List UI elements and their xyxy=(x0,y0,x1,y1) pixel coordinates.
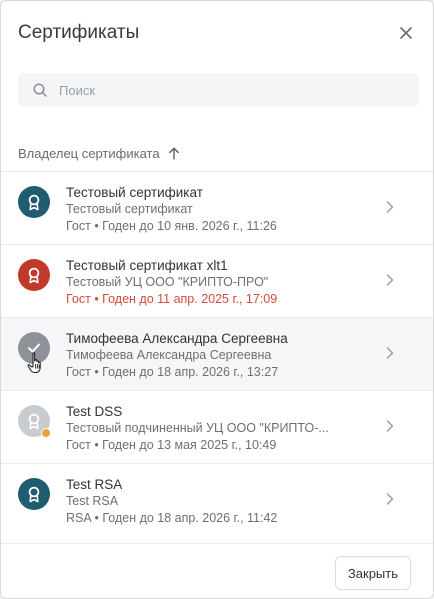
chevron-right-icon xyxy=(385,346,395,360)
certificate-validity: RSA • Годен до 18 апр. 2026 г., 11:42 xyxy=(66,511,278,525)
certificate-validity: Гост • Годен до 10 янв. 2026 г., 11:26 xyxy=(66,219,277,233)
certificate-name: Test DSS xyxy=(66,404,123,419)
certificate-item[interactable]: Тимофеева Александра Сергеевна Тимофеева… xyxy=(1,317,433,390)
sort-label: Владелец сертификата xyxy=(18,145,160,161)
dialog-footer: Закрыть xyxy=(1,543,433,598)
certificate-item[interactable]: Тестовый сертификат xlt1 Тестовый УЦ ООО… xyxy=(1,244,433,317)
certificate-avatar xyxy=(18,259,50,291)
certificate-item[interactable]: Test DSS Тестовый подчиненный УЦ ООО "КР… xyxy=(1,390,433,463)
close-button[interactable]: Закрыть xyxy=(334,556,411,590)
certificate-validity: Гост • Годен до 18 апр. 2026 г., 13:27 xyxy=(66,365,279,379)
chevron-right-icon xyxy=(385,419,395,433)
certificates-dialog: Сертификаты Владелец сертификата Тестовы… xyxy=(0,0,434,599)
search-box xyxy=(18,73,419,107)
chevron-right-icon xyxy=(385,273,395,287)
certificate-item[interactable]: Тестовый сертификат Тестовый сертификат … xyxy=(1,171,433,244)
dialog-header: Сертификаты xyxy=(18,21,416,47)
close-icon[interactable] xyxy=(396,23,416,43)
certificate-avatar xyxy=(18,186,50,218)
checkmark-icon xyxy=(28,343,40,353)
arrow-up-icon xyxy=(168,147,180,160)
certificate-ribbon-icon xyxy=(28,413,40,429)
certificate-ribbon-icon xyxy=(28,194,40,210)
chevron-right-icon xyxy=(385,200,395,214)
certificate-issuer: Тимофеева Александра Сергеевна xyxy=(66,348,272,362)
dialog-title: Сертификаты xyxy=(18,22,140,43)
certificate-item[interactable]: Test RSA Test RSA RSA • Годен до 18 апр.… xyxy=(1,463,433,536)
certificate-validity: Гост • Годен до 13 мая 2025 г., 10:49 xyxy=(66,438,277,452)
sort-by-owner[interactable]: Владелец сертификата xyxy=(18,144,180,162)
certificate-name: Тестовый сертификат xyxy=(66,185,203,200)
certificate-ribbon-icon xyxy=(28,267,40,283)
certificate-avatar xyxy=(18,332,50,364)
certificate-name: Тимофеева Александра Сергеевна xyxy=(66,331,288,346)
warning-badge-icon xyxy=(41,428,51,438)
certificate-issuer: Тестовый подчиненный УЦ ООО "КРИПТО-... xyxy=(66,421,329,435)
certificate-issuer: Тестовый УЦ ООО "КРИПТО-ПРО" xyxy=(66,275,269,289)
certificate-ribbon-icon xyxy=(28,486,40,502)
certificate-name: Test RSA xyxy=(66,477,123,492)
certificate-list: Тестовый сертификат Тестовый сертификат … xyxy=(1,171,433,543)
certificate-issuer: Тестовый сертификат xyxy=(66,202,193,216)
certificate-issuer: Test RSA xyxy=(66,494,119,508)
certificate-avatar xyxy=(18,478,50,510)
certificate-validity: Гост • Годен до 11 апр. 2025 г., 17:09 xyxy=(66,292,278,306)
search-icon xyxy=(32,82,48,98)
search-input[interactable] xyxy=(57,81,419,99)
certificate-name: Тестовый сертификат xlt1 xyxy=(66,258,228,273)
chevron-right-icon xyxy=(385,492,395,506)
